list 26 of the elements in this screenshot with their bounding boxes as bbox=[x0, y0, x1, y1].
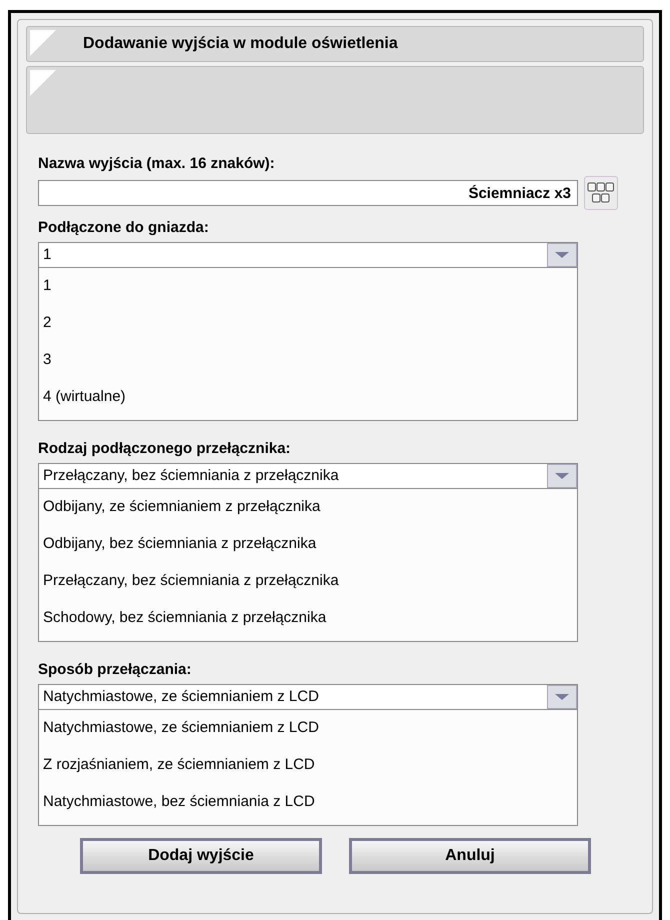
corner-icon bbox=[30, 70, 56, 96]
dropdown-option[interactable]: 1 bbox=[39, 268, 577, 305]
dialog-title: Dodawanie wyjścia w module oświetlenia bbox=[83, 34, 398, 54]
dropdown-option[interactable]: 3 bbox=[39, 342, 577, 379]
name-input[interactable]: Ściemniacz x3 bbox=[38, 180, 578, 206]
dropdown-field[interactable]: 1 bbox=[39, 243, 577, 268]
keyboard-icon bbox=[587, 181, 615, 205]
corner-icon bbox=[30, 30, 56, 56]
dropdown-option[interactable]: Natychmiastowe, ze ściemnianiem z LCD bbox=[39, 710, 577, 747]
dropdown-field[interactable]: Przełączany, bez ściemniania z przełącznika bbox=[39, 464, 577, 489]
field-label: Rodzaj podłączonego przełącznika: bbox=[38, 439, 292, 459]
dropdown-option[interactable]: Z rozjaśnianiem, ze ściemnianiem z LCD bbox=[39, 747, 577, 784]
dropdown-option[interactable]: 2 bbox=[39, 305, 577, 342]
dropdown-option[interactable]: Odbijany, bez ściemniania z przełącznika bbox=[39, 526, 577, 563]
field-label: Sposób przełączania: bbox=[38, 660, 192, 680]
dialog-button[interactable]: Dodaj wyjście bbox=[80, 838, 322, 874]
field-label: Podłączone do gniazda: bbox=[38, 218, 210, 238]
dropdown-field[interactable]: Natychmiastowe, ze ściemnianiem z LCD bbox=[39, 685, 577, 710]
dropdown-option[interactable]: 4 (wirtualne) bbox=[39, 379, 577, 416]
field-label: Nazwa wyjścia (max. 16 znaków): bbox=[38, 154, 276, 174]
dropdown-option[interactable]: Natychmiastowe, bez ściemniania z LCD bbox=[39, 784, 577, 821]
dropdown-option[interactable]: Schodowy, bez ściemniania z przełącznika bbox=[39, 600, 577, 637]
dropdown-option[interactable]: Przełączany, bez ściemniania z przełącznika bbox=[39, 563, 577, 600]
dialog-button[interactable]: Anuluj bbox=[349, 838, 591, 874]
dropdown-option[interactable]: Odbijany, ze ściemnianiem z przełącznika bbox=[39, 489, 577, 526]
keyboard-button[interactable] bbox=[584, 176, 618, 210]
